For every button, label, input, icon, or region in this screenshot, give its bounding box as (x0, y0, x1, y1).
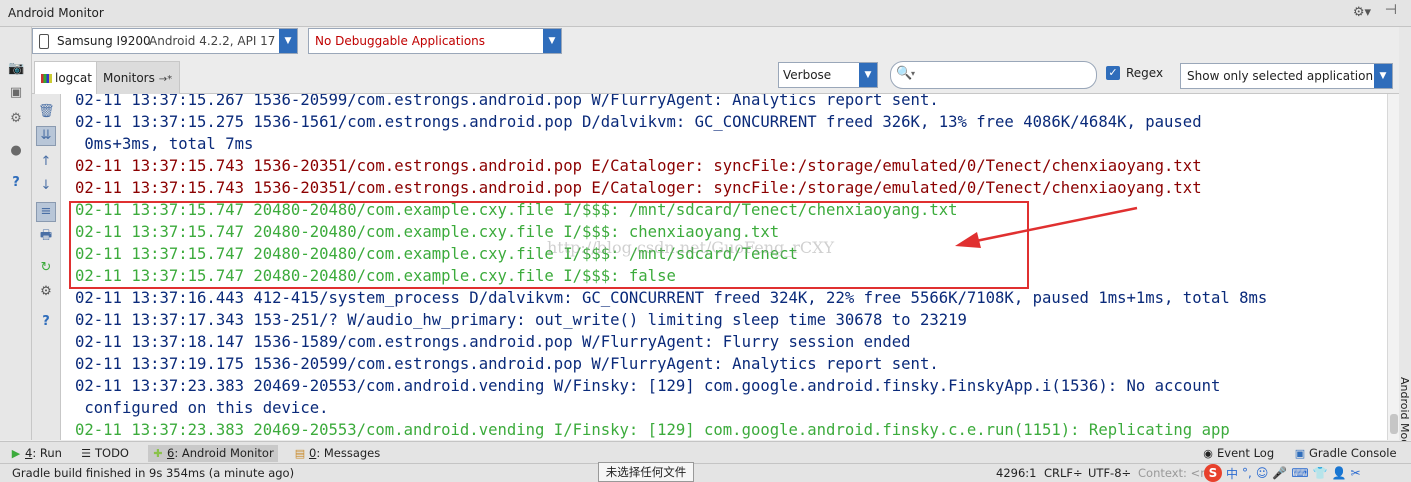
android-icon: ✚ (153, 447, 163, 460)
minimize-icon[interactable]: ⊣ (1385, 2, 1397, 18)
up-arrow-icon[interactable]: ↑ (38, 154, 54, 170)
down-arrow-icon[interactable]: ↓ (38, 178, 54, 194)
regex-label: Regex (1126, 66, 1164, 80)
system-info-icon[interactable]: ⚙ (8, 111, 24, 127)
right-tool-strip: Android Model (1398, 27, 1411, 456)
pin-icon[interactable]: →* (159, 74, 172, 85)
sogou-logo-icon[interactable]: S (1204, 464, 1222, 482)
log-line: configured on this device. (75, 399, 329, 417)
file-encoding[interactable]: UTF-8÷ (1088, 466, 1131, 480)
regex-checkbox[interactable]: ✓ (1106, 66, 1120, 80)
ime-tools-icon[interactable]: ✂ (1351, 466, 1361, 480)
search-history-caret-icon[interactable]: ▾ (911, 69, 915, 78)
scroll-to-end-icon[interactable]: ⇊ (36, 126, 56, 146)
run-icon: ▶ (11, 447, 21, 460)
clear-logcat-trash-icon[interactable]: 🗑 (38, 104, 55, 120)
tab-label: Monitors (103, 71, 155, 85)
settings-gear-icon[interactable]: ⚙▾ (1353, 5, 1371, 20)
window-title: Android Monitor (8, 6, 104, 20)
outer-left-toolbar: 📷 ▣ ⚙ ● ? (0, 27, 32, 440)
terminate-app-icon[interactable]: ● (8, 143, 24, 159)
app-selector[interactable]: No Debuggable Applications ▼ (308, 28, 562, 54)
annotation-arrow-icon (955, 206, 1138, 248)
soft-wrap-icon[interactable]: ≡ (36, 202, 56, 222)
logcat-output[interactable]: 02-11 13:37:15.267 1536-20599/com.estron… (61, 94, 1387, 440)
device-name: Samsung I9200 (57, 34, 151, 48)
print-icon[interactable]: 🖶 (38, 228, 54, 244)
tab-event-log[interactable]: ◉ Event Log (1198, 445, 1278, 462)
device-version: Android 4.2.2, API 17 (149, 34, 276, 48)
ime-keyboard-icon[interactable]: ⌨ (1291, 466, 1308, 480)
ime-skin-icon[interactable]: 👕 (1313, 466, 1328, 480)
caret-position[interactable]: 4296:1 (996, 466, 1036, 480)
chevron-down-icon[interactable]: ▼ (543, 29, 561, 53)
status-message: Gradle build finished in 9s 354ms (a min… (12, 466, 295, 480)
chevron-down-icon[interactable]: ▼ (279, 29, 297, 53)
log-line: 02-11 13:37:15.743 1536-20351/com.estron… (75, 179, 1202, 197)
ime-voice-icon[interactable]: 🎤 (1272, 466, 1287, 480)
tab-label: logcat (55, 71, 92, 85)
tab-monitors[interactable]: Monitors →* (96, 61, 180, 94)
log-level-select[interactable]: Verbose ▼ (778, 62, 878, 88)
log-level-value: Verbose (783, 68, 832, 82)
ime-toolbar: S 中 °, ☺ 🎤 ⌨ 👕 👤 ✂ (1204, 464, 1361, 482)
watermark: http://blog.csdn.net/GuoFeng_rCXY (547, 238, 835, 257)
record-screen-icon[interactable]: ▣ (8, 85, 24, 101)
todo-icon: ☰ (81, 447, 91, 460)
log-line: 02-11 13:37:15.275 1536-1561/com.estrong… (75, 113, 1202, 131)
log-line: 02-11 13:37:23.383 20469-20553/com.andro… (75, 421, 1230, 439)
line-separator[interactable]: CRLF÷ (1044, 466, 1083, 480)
tooltip: 未选择任何文件 (598, 462, 694, 482)
gradle-console-icon: ▣ (1294, 447, 1306, 460)
scrollbar-thumb[interactable] (1390, 414, 1398, 434)
app-selector-value: No Debuggable Applications (315, 34, 486, 48)
tool-window-bar: ▶ 4: Run ☰ TODO ✚ 6: Android Monitor ▤ 0: Me… (0, 441, 1411, 464)
screenshot-camera-icon[interactable]: 📷 (8, 61, 24, 77)
log-line: 02-11 13:37:19.175 1536-20599/com.estron… (75, 355, 939, 373)
phone-icon (39, 34, 49, 49)
ime-emoji-icon[interactable]: ☺ (1256, 466, 1269, 480)
tab-gradle-console[interactable]: ▣ Gradle Console (1290, 445, 1401, 462)
log-line: 0ms+3ms, total 7ms (75, 135, 254, 153)
title-bar: Android Monitor ⚙▾ ⊣ (0, 0, 1411, 27)
ime-user-icon[interactable]: 👤 (1332, 466, 1347, 480)
device-toolbar: Samsung I9200 Android 4.2.2, API 17 ▼ No… (32, 27, 1411, 57)
ime-punctuation-icon[interactable]: °, (1242, 466, 1252, 480)
search-input[interactable]: 🔍 ▾ (890, 61, 1097, 89)
log-line: 02-11 13:37:15.743 1536-20351/com.estron… (75, 157, 1202, 175)
tab-run[interactable]: ▶ 4: Run (6, 445, 66, 462)
tab-messages[interactable]: ▤ 0: Messages (290, 445, 384, 462)
log-line: 02-11 13:37:23.383 20469-20553/com.andro… (75, 377, 1221, 395)
device-selector[interactable]: Samsung I9200 Android 4.2.2, API 17 ▼ (32, 28, 298, 54)
restart-icon[interactable]: ↻ (38, 260, 54, 276)
app-filter-value: Show only selected application (1187, 69, 1374, 83)
event-log-icon: ◉ (1203, 447, 1213, 460)
help-icon[interactable]: ? (8, 175, 24, 191)
messages-icon: ▤ (294, 447, 306, 460)
logcat-toolbar: 🗑 ⇊ ↑ ↓ ≡ 🖶 ↻ ⚙ ? (32, 94, 61, 440)
tab-android-monitor[interactable]: ✚ 6: Android Monitor (148, 445, 278, 462)
log-line: 02-11 13:37:15.267 1536-20599/com.estron… (75, 94, 939, 109)
log-line: 02-11 13:37:17.343 153-251/? W/audio_hw_… (75, 311, 967, 329)
tab-todo[interactable]: ☰ TODO (76, 445, 133, 462)
chevron-down-icon[interactable]: ▼ (1374, 64, 1392, 88)
search-icon: 🔍 (896, 66, 913, 81)
chevron-down-icon[interactable]: ▼ (859, 63, 877, 87)
logcat-icon (41, 74, 52, 83)
ime-chinese-mode[interactable]: 中 (1226, 465, 1238, 482)
help-icon[interactable]: ? (38, 314, 54, 330)
log-line: 02-11 13:37:16.443 412-415/system_proces… (75, 289, 1268, 307)
log-line: 02-11 13:37:18.147 1536-1589/com.estrong… (75, 333, 911, 351)
app-filter-select[interactable]: Show only selected application ▼ (1180, 63, 1393, 89)
settings-gear-icon[interactable]: ⚙ (38, 284, 54, 300)
status-bar: Gradle build finished in 9s 354ms (a min… (0, 462, 1411, 482)
monitor-tabs-bar: logcat Monitors →* Verbose ▼ 🔍 ▾ ✓ Regex… (32, 57, 1411, 94)
